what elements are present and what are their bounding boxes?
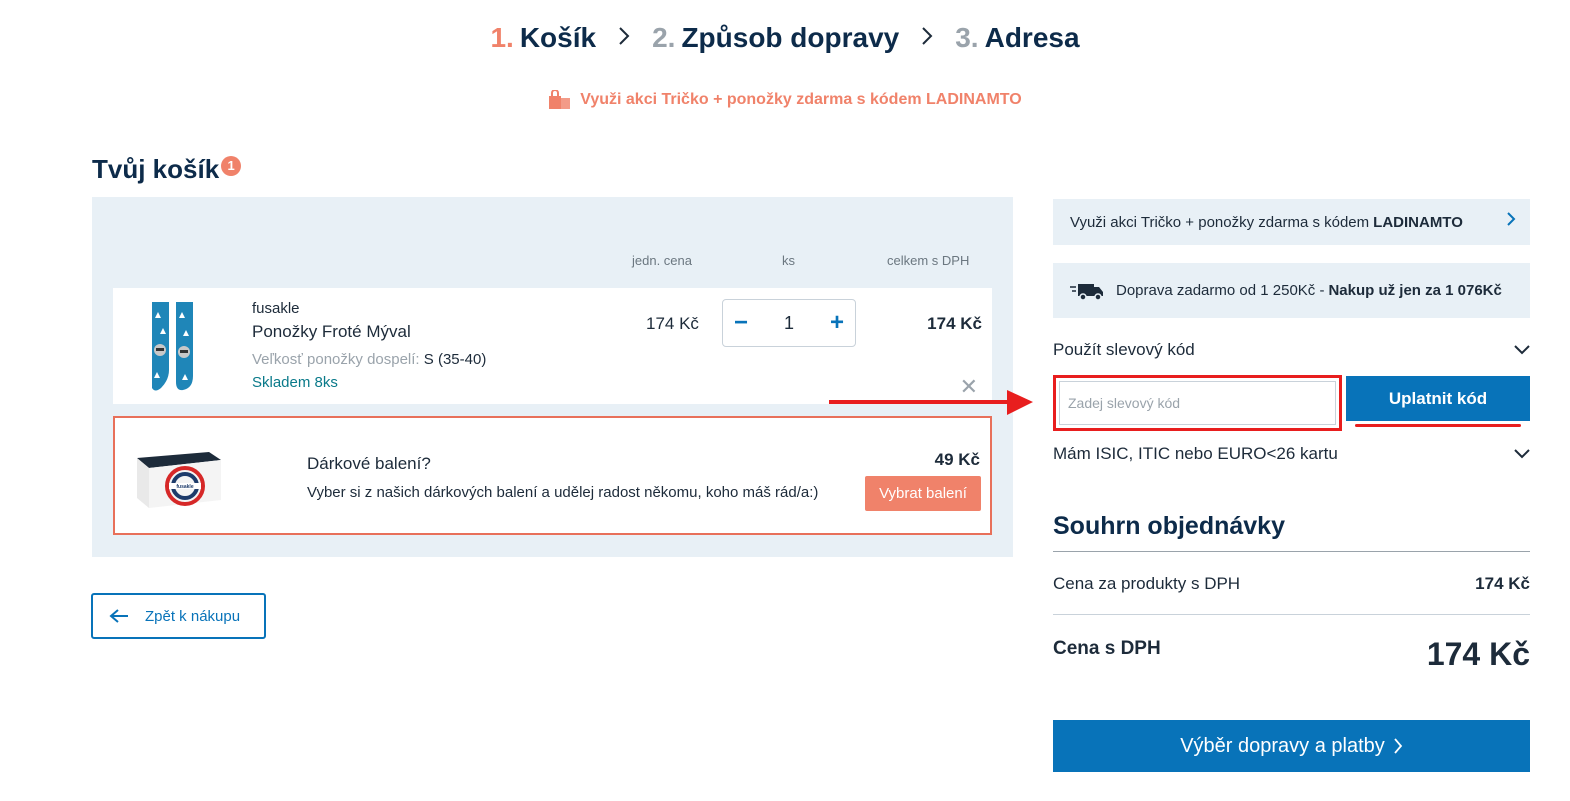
continue-to-shipping-button[interactable]: Výběr dopravy a platby — [1053, 720, 1530, 772]
unit-price: 174 Kč — [646, 314, 699, 333]
gift-box-image: fusakle — [137, 452, 221, 508]
cart-title: Tvůj košík 1 — [92, 154, 242, 185]
header-unit-price: jedn. cena — [632, 253, 692, 268]
product-image[interactable] — [149, 300, 197, 394]
product-brand: fusakle — [252, 300, 300, 317]
chevron-right-icon — [1394, 738, 1402, 754]
step-shipping[interactable]: 2. Způsob dopravy — [652, 22, 899, 54]
quantity-stepper: − 1 + — [722, 299, 856, 347]
isic-toggle[interactable]: Mám ISIC, ITIC nebo EURO<26 kartu — [1053, 444, 1530, 464]
back-to-shop-button[interactable]: Zpět k nákupu — [91, 593, 266, 639]
gift-description: Vyber si z našich dárkových balení a udě… — [307, 484, 819, 501]
header-qty: ks — [782, 253, 795, 268]
chevron-right-icon — [1507, 212, 1516, 226]
annotation-arrow-icon — [829, 390, 1033, 415]
promo-banner[interactable]: Využi akci Tričko + ponožky zdarma s kód… — [0, 90, 1570, 110]
cart-count-badge: 1 — [221, 156, 242, 176]
chevron-down-icon — [1514, 345, 1530, 355]
divider — [1053, 614, 1530, 615]
chevron-right-icon — [618, 26, 630, 46]
gift-title: Dárkové balení? — [307, 454, 431, 473]
increase-qty-button[interactable]: + — [827, 309, 847, 337]
step-cart[interactable]: 1. Košík — [490, 22, 596, 54]
sidebar-promo-text: Využi akci Tričko + ponožky zdarma s kód… — [1070, 213, 1370, 231]
step-shipping-label: Způsob dopravy — [681, 22, 900, 53]
arrow-left-icon — [109, 609, 128, 623]
back-to-shop-label: Zpět k nákupu — [145, 607, 241, 625]
products-price-label: Cena za produkty s DPH — [1053, 574, 1241, 593]
step-address[interactable]: 3. Adresa — [955, 22, 1079, 54]
decrease-qty-button[interactable]: − — [731, 309, 751, 337]
shopping-bags-icon — [549, 90, 571, 109]
divider — [1053, 551, 1530, 552]
gift-price: 49 Kč — [934, 450, 980, 469]
sidebar-promo-code: LADINAMTO — [1373, 213, 1463, 231]
coupon-toggle[interactable]: Použít slevový kód — [1053, 340, 1530, 360]
step-address-number: 3. — [955, 22, 979, 53]
apply-coupon-button[interactable]: Uplatnit kód — [1346, 376, 1530, 421]
step-address-label: Adresa — [984, 22, 1080, 53]
annotation-underline — [1355, 424, 1521, 427]
stock-status: Skladem 8ks — [252, 374, 338, 391]
shipping-remaining: Nakup už jen za 1 076Kč — [1328, 282, 1502, 299]
quantity-value[interactable]: 1 — [784, 313, 794, 334]
chevron-down-icon — [1514, 449, 1530, 459]
shipping-text: Doprava zadarmo od 1 250Kč - — [1116, 282, 1325, 299]
gift-box-brand: fusakle — [176, 484, 193, 490]
product-name[interactable]: Ponožky Froté Mýval — [252, 322, 411, 342]
step-shipping-number: 2. — [652, 22, 676, 53]
truck-icon — [1070, 283, 1103, 301]
select-gift-wrap-button[interactable]: Vybrat balení — [865, 476, 981, 511]
products-price-value: 174 Kč — [1475, 574, 1530, 593]
free-shipping-info: Doprava zadarmo od 1 250Kč - Nakup už je… — [1053, 263, 1530, 318]
header-total: celkem s DPH — [887, 253, 970, 268]
products-price-row: Cena za produkty s DPH 174 Kč — [1053, 574, 1530, 594]
variant-value: S (35-40) — [423, 351, 487, 368]
variant-label: Veľkosť ponožky dospelí: — [252, 351, 420, 368]
coupon-input[interactable] — [1059, 381, 1336, 425]
cart-panel: jedn. cena ks celkem s DPH fusakle Ponož… — [92, 197, 1013, 557]
product-variant: Veľkosť ponožky dospelí: S (35-40) — [252, 351, 486, 368]
continue-button-label: Výběr dopravy a platby — [1180, 734, 1385, 757]
chevron-right-icon — [921, 26, 933, 46]
step-cart-label: Košík — [519, 22, 597, 53]
cart-item-row: fusakle Ponožky Froté Mýval Veľkosť pono… — [113, 288, 992, 404]
coupon-toggle-label: Použít slevový kód — [1053, 340, 1195, 359]
checkout-steps: 1. Košík 2. Způsob dopravy 3. Adresa — [0, 22, 1570, 54]
isic-toggle-label: Mám ISIC, ITIC nebo EURO<26 kartu — [1053, 444, 1338, 463]
gift-wrap-offer: fusakle Dárkové balení? Vyber si z našic… — [113, 416, 992, 535]
line-total: 174 Kč — [927, 314, 982, 333]
coupon-input-highlight — [1053, 375, 1342, 431]
step-cart-number: 1. — [490, 22, 514, 53]
sidebar-promo[interactable]: Využi akci Tričko + ponožky zdarma s kód… — [1053, 199, 1530, 245]
order-summary-title: Souhrn objednávky — [1053, 512, 1285, 540]
total-price-label: Cena s DPH — [1053, 638, 1161, 659]
cart-title-text: Tvůj košík — [92, 154, 220, 184]
total-price-value: 174 Kč — [1426, 636, 1530, 672]
total-price-row: Cena s DPH 174 Kč — [1053, 636, 1530, 673]
promo-banner-text: Využi akci Tričko + ponožky zdarma s kód… — [580, 91, 1022, 108]
